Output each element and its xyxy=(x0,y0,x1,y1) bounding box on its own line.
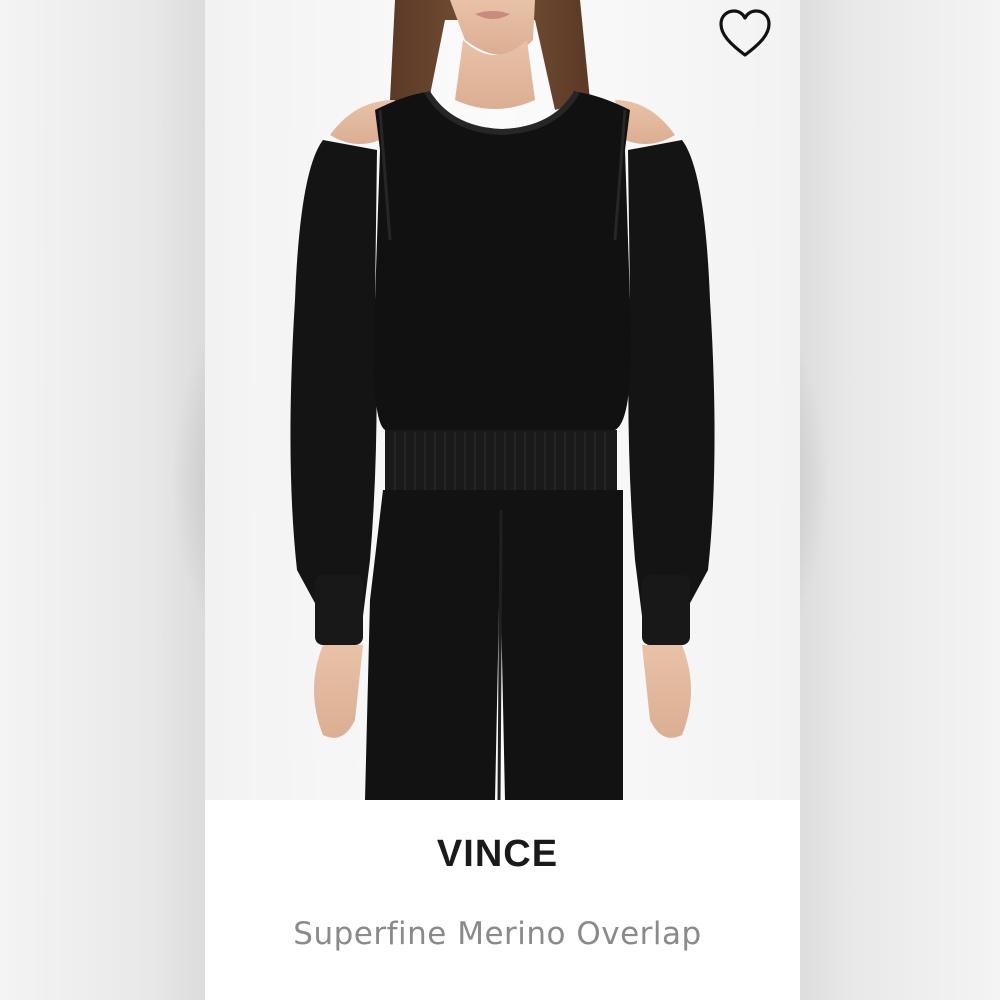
brand-name[interactable]: VINCE xyxy=(205,833,790,876)
blurred-backdrop-right xyxy=(795,0,1000,1000)
product-photo[interactable] xyxy=(205,0,800,800)
product-card[interactable]: VINCE Superfine Merino Overlap xyxy=(205,0,800,1000)
product-title[interactable]: Superfine Merino Overlap xyxy=(205,916,790,952)
heart-outline-icon xyxy=(719,9,771,57)
blurred-backdrop-left xyxy=(0,0,205,1000)
listing-screen: VINCE Superfine Merino Overlap xyxy=(0,0,1000,1000)
product-photo-illustration xyxy=(205,0,800,800)
favorite-button[interactable] xyxy=(715,6,775,62)
